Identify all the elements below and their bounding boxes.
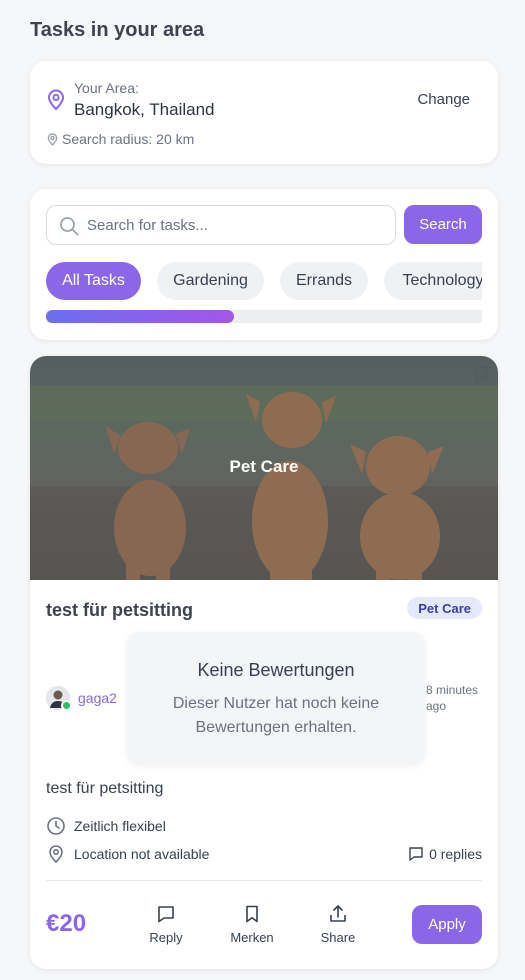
task-description: test für petsitting [46, 780, 164, 797]
task-card[interactable]: Pet Care test für petsitting Pet Care ga… [30, 356, 498, 969]
chip-scrollbar-thumb[interactable] [46, 310, 234, 323]
area-value: Bangkok, Thailand [74, 100, 215, 119]
save-label: Merken [230, 930, 274, 945]
clock-icon [46, 816, 66, 836]
search-radius: Search radius: 20 km [62, 131, 195, 147]
divider [46, 880, 482, 881]
category-badge: Pet Care [407, 597, 482, 619]
search-box[interactable] [46, 205, 396, 245]
search-input[interactable] [87, 214, 387, 236]
rating-tooltip: Keine Bewertungen Dieser Nutzer hat noch… [127, 632, 425, 764]
replies-text: 0 replies [429, 846, 482, 862]
search-button[interactable]: Search [404, 205, 482, 244]
reply-button[interactable]: Reply [136, 904, 196, 945]
search-card: Search All Tasks Gardening Errands Techn… [30, 189, 498, 340]
location-row: Location not available [46, 844, 209, 864]
chip-gardening[interactable]: Gardening [157, 262, 264, 300]
chip-all-tasks[interactable]: All Tasks [46, 262, 141, 300]
change-area-button[interactable]: Change [417, 91, 470, 108]
replies-count[interactable]: 0 replies [408, 846, 482, 862]
online-status-dot [61, 700, 72, 711]
bookmark-icon [246, 905, 258, 923]
task-price: €20 [46, 910, 87, 937]
chat-icon [158, 906, 174, 923]
task-image: Pet Care [30, 356, 498, 580]
rating-tooltip-title: Keine Bewertungen [197, 660, 355, 680]
apply-button[interactable]: Apply [412, 905, 482, 944]
share-button[interactable]: Share [308, 904, 368, 945]
area-label: Your Area: [74, 80, 139, 96]
avatar[interactable] [46, 686, 72, 711]
time-ago: 8 minutes ago [426, 683, 479, 713]
schedule-row: Zeitlich flexibel [46, 816, 166, 836]
task-image-label: Pet Care [229, 457, 299, 476]
map-pin-icon [47, 89, 65, 116]
save-button[interactable]: Merken [222, 904, 282, 945]
location-text: Location not available [74, 846, 210, 862]
area-card: Your Area: Bangkok, Thailand Change Sear… [30, 61, 498, 164]
chat-icon [409, 847, 423, 861]
chip-errands[interactable]: Errands [280, 262, 368, 300]
bookmark-icon[interactable] [474, 366, 488, 382]
category-filter-chips: All Tasks Gardening Errands Technology [46, 262, 482, 300]
share-icon [330, 905, 346, 922]
rating-tooltip-text: Dieser Nutzer hat noch keine Bewertungen… [172, 695, 380, 736]
map-pin-icon [46, 844, 66, 864]
search-icon [59, 216, 79, 241]
username[interactable]: gaga2 [78, 690, 117, 706]
schedule-text: Zeitlich flexibel [74, 818, 166, 834]
page-title: Tasks in your area [30, 19, 205, 41]
share-label: Share [320, 930, 356, 945]
reply-label: Reply [149, 930, 183, 945]
map-pin-icon [47, 133, 58, 151]
chip-technology[interactable]: Technology [384, 262, 482, 300]
chip-scrollbar[interactable] [46, 310, 482, 323]
task-title[interactable]: test für petsitting [46, 600, 193, 621]
